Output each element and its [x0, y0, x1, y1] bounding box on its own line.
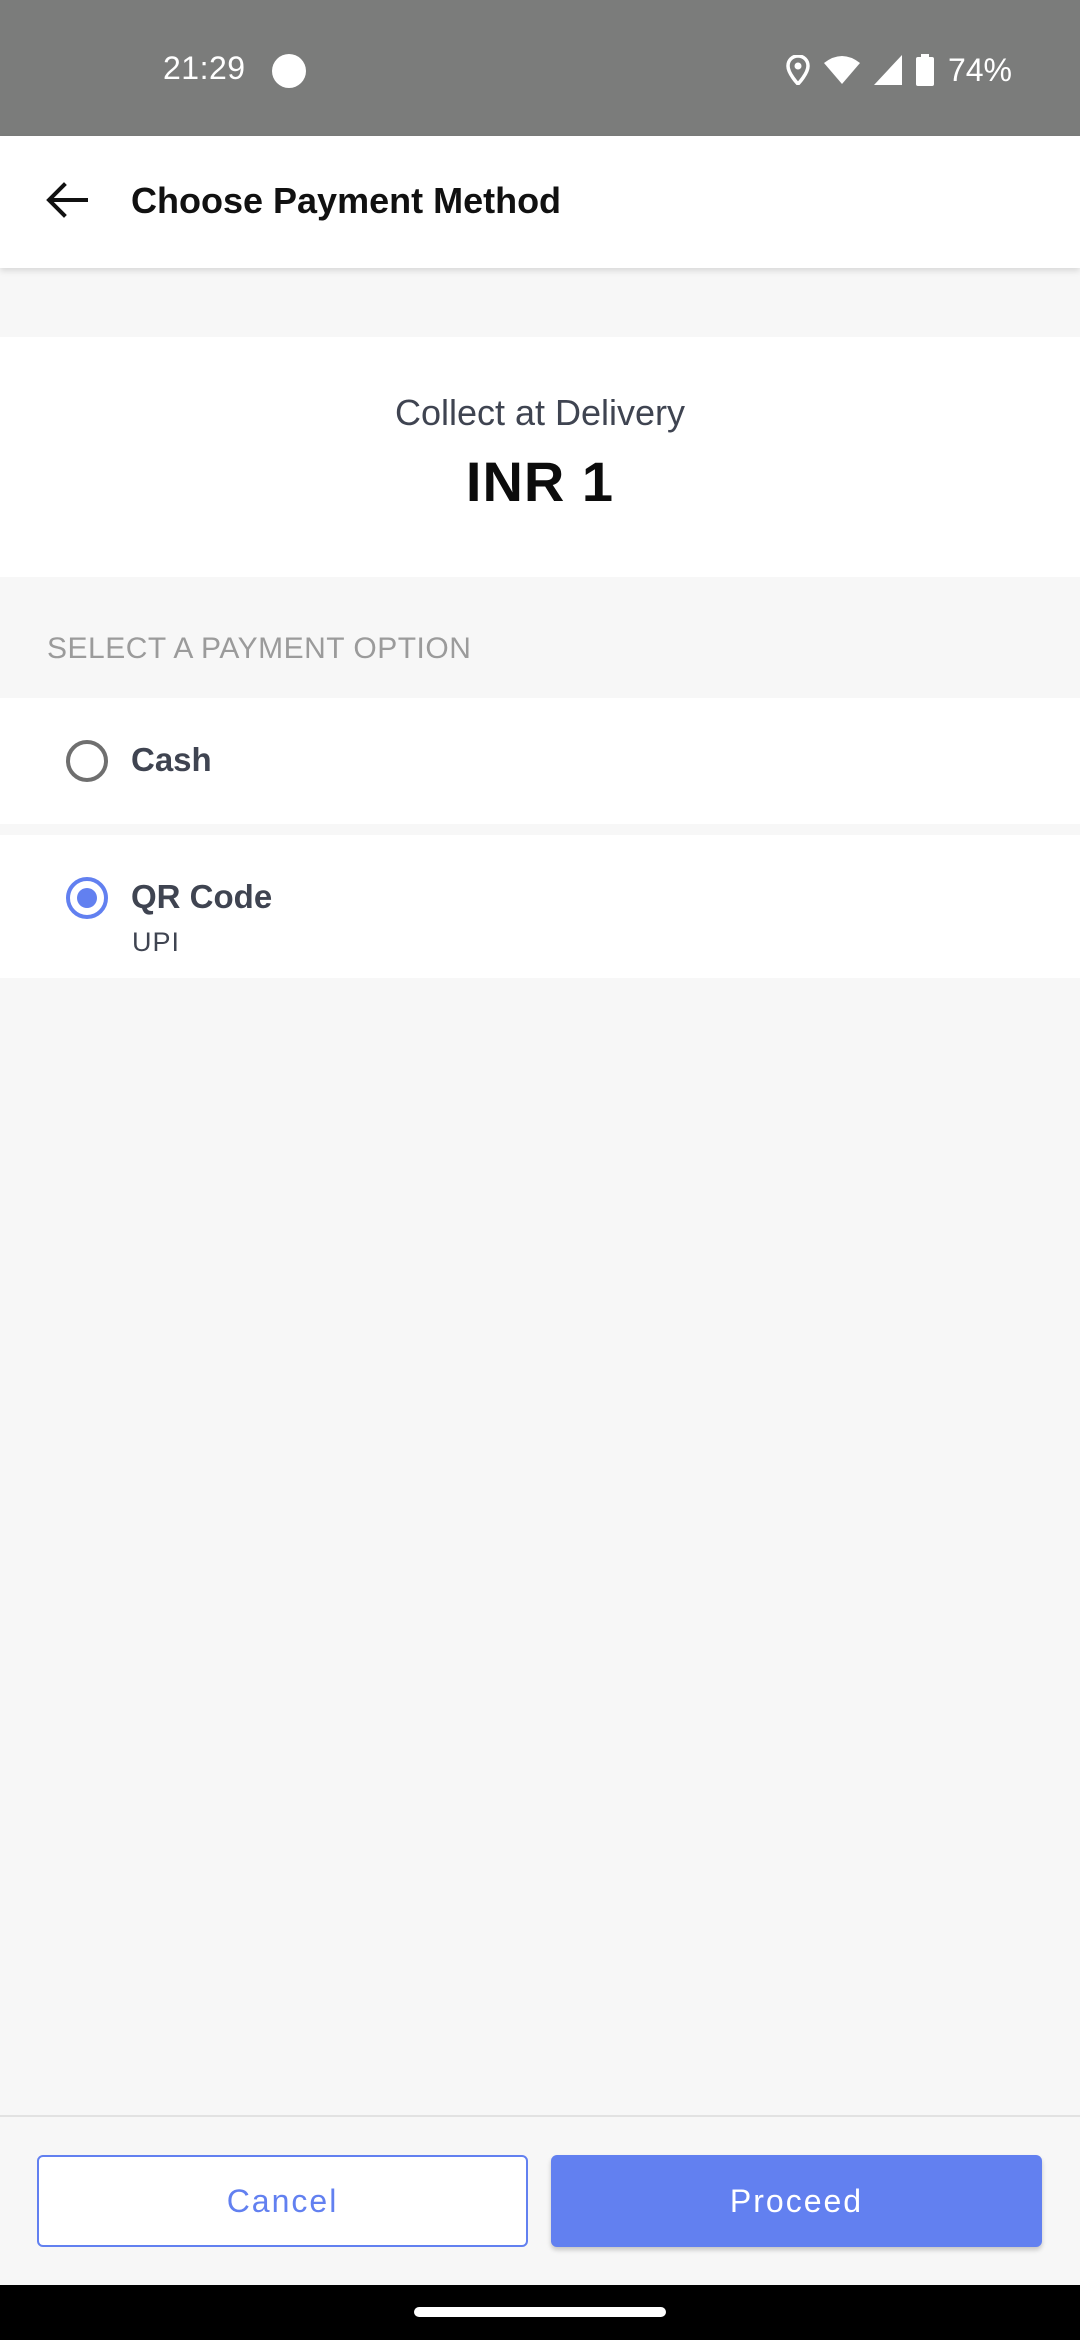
- arrow-back-icon: [44, 180, 88, 225]
- payment-option-qr-code[interactable]: QR Code UPI: [0, 835, 1080, 978]
- battery-icon: [915, 54, 934, 86]
- amount-label: Collect at Delivery: [394, 392, 686, 433]
- amount-value: INR 1: [465, 450, 615, 513]
- payment-option-cash[interactable]: Cash: [0, 698, 1080, 824]
- radio-selected[interactable]: [66, 877, 108, 919]
- location-icon: [786, 55, 810, 85]
- notification-dot-icon: [272, 54, 306, 88]
- back-button[interactable]: [30, 166, 102, 238]
- radio-fill: [77, 888, 97, 908]
- wifi-icon: [823, 55, 860, 85]
- battery-percent: 74%: [947, 51, 1012, 88]
- section-header: SELECT A PAYMENT OPTION: [47, 632, 472, 665]
- radio-unselected[interactable]: [66, 740, 108, 782]
- proceed-button[interactable]: Proceed: [551, 2155, 1042, 2247]
- option-label: Cash: [131, 741, 212, 778]
- status-time: 21:29: [163, 50, 246, 86]
- app-bar: Choose Payment Method: [0, 136, 1080, 268]
- bottom-action-bar: Cancel Proceed: [0, 2115, 1080, 2287]
- amount-card: Collect at Delivery INR 1: [0, 337, 1080, 577]
- system-nav-bar: [0, 2285, 1080, 2340]
- status-bar: 21:29 74%: [0, 0, 1080, 136]
- cancel-button[interactable]: Cancel: [37, 2155, 528, 2247]
- home-gesture-handle[interactable]: [414, 2307, 666, 2317]
- option-label: QR Code: [131, 878, 273, 915]
- signal-icon: [873, 55, 902, 85]
- page-title: Choose Payment Method: [131, 180, 562, 221]
- option-subtitle: UPI: [132, 927, 181, 957]
- status-icons: 74%: [786, 50, 1012, 90]
